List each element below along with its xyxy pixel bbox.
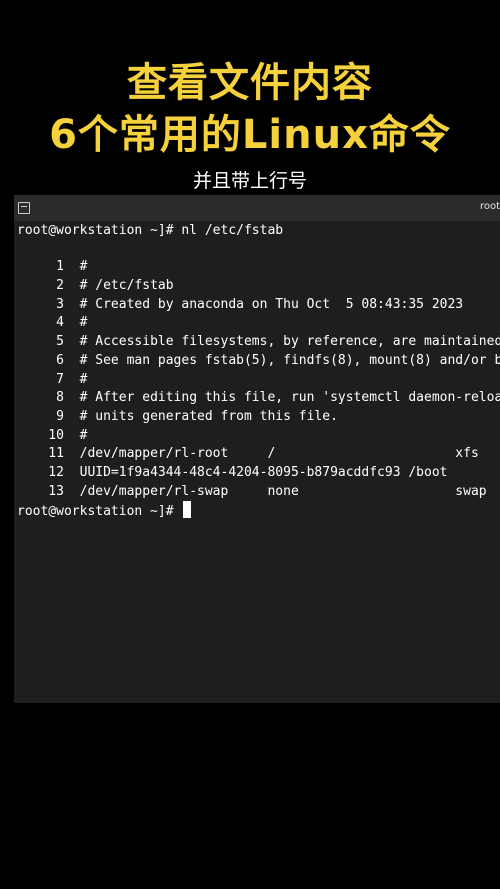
terminal-titlebar[interactable]: root (14, 195, 500, 221)
output-line: 10 # (17, 428, 88, 443)
headline-line-1: 查看文件内容 (127, 60, 373, 106)
headline-line-2: 6个常用的Linux命令 (49, 112, 451, 158)
terminal-tab-icon[interactable] (18, 202, 30, 214)
prompt-line[interactable]: root@workstation ~]# (17, 501, 192, 521)
terminal-content[interactable]: root@workstation ~]# nl /etc/fstab 1 # 2… (14, 221, 500, 703)
output-line: 13 /dev/mapper/rl-swap none swap (17, 484, 487, 499)
output-line: 5 # Accessible filesystems, by reference… (17, 334, 500, 349)
prompt-text: root@workstation ~]# (17, 504, 182, 519)
output-line: 11 /dev/mapper/rl-root / xfs (17, 446, 479, 461)
text-cursor (183, 501, 192, 518)
output-line: 12 UUID=1f9a4344-48c4-4204-8095-b879acdd… (17, 465, 448, 480)
output-line: 1 # (17, 259, 88, 274)
output-line: 6 # See man pages fstab(5), findfs(8), m… (17, 353, 500, 368)
window-title: root (479, 201, 500, 212)
command-line: root@workstation ~]# nl /etc/fstab (17, 223, 284, 238)
output-line: 2 # /etc/fstab (17, 278, 174, 293)
output-line: 7 # (17, 372, 88, 387)
output-line: 4 # (17, 315, 88, 330)
subtitle: 并且带上行号 (192, 170, 307, 192)
output-line: 8 # After editing this file, run 'system… (17, 390, 500, 405)
output-line: 9 # units generated from this file. (17, 409, 338, 424)
output-line: 3 # Created by anaconda on Thu Oct 5 08:… (17, 297, 464, 312)
terminal-window[interactable]: root root@workstation ~]# nl /etc/fstab … (14, 195, 500, 703)
